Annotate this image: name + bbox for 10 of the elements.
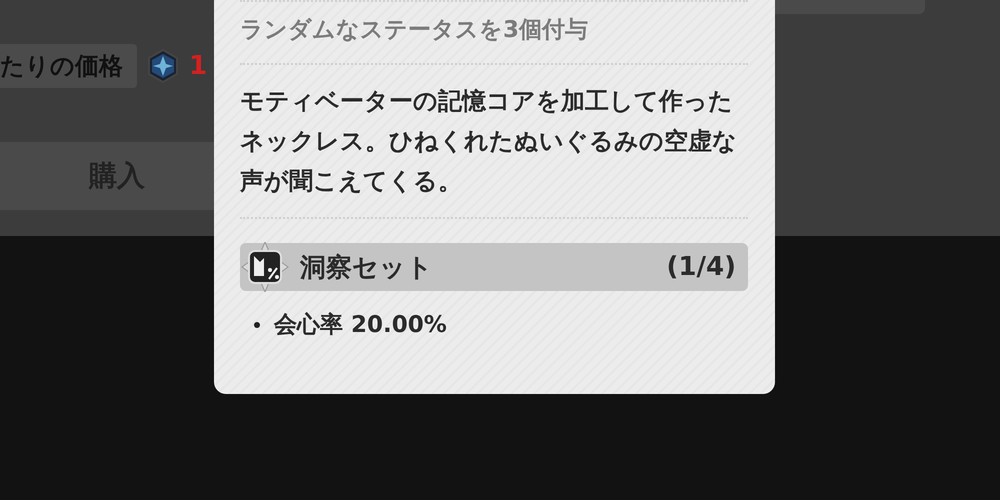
set-count: (1/4) bbox=[666, 252, 736, 282]
set-bonus: 会心率 20.00% bbox=[274, 311, 447, 340]
price-label: たりの価格 bbox=[0, 44, 137, 88]
set-name: 洞察セット bbox=[300, 252, 434, 284]
random-stats-text: ランダムなステータスを3個付与 bbox=[240, 16, 590, 45]
item-description: モティベーターの記憶コアを加工して作ったネックレス。ひねくれたぬいぐるみの空虚な声が聞こえてくる。 bbox=[240, 86, 738, 197]
gem-icon bbox=[147, 49, 179, 83]
price-value: 1 bbox=[189, 51, 208, 81]
bullet-icon bbox=[254, 322, 260, 328]
set-emblem-icon bbox=[240, 242, 290, 292]
